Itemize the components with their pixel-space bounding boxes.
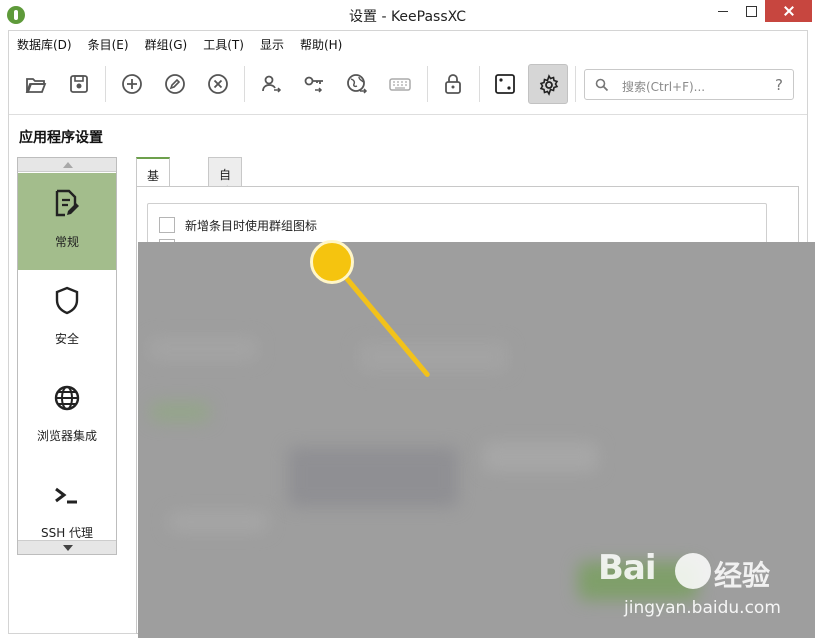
menu-bar: 数据库(D) 条目(E) 群组(G) 工具(T) 显示 帮助(H) [9, 34, 350, 54]
use-group-icon-setting[interactable]: 新增条目时使用群组图标 [159, 216, 317, 234]
copy-password-icon [304, 76, 323, 93]
password-generator-button[interactable] [485, 64, 525, 104]
open-database-button[interactable] [16, 64, 56, 104]
maximize-button[interactable] [736, 0, 766, 24]
menu-help[interactable]: 帮助(H) [292, 34, 350, 54]
toolbar-separator [479, 66, 480, 102]
watermark-url: jingyan.baidu.com [624, 598, 781, 618]
scroll-up-button[interactable] [18, 158, 116, 172]
blurred-region [288, 447, 458, 507]
folder-open-icon [25, 78, 47, 93]
lock-database-button[interactable] [433, 64, 473, 104]
document-edit-icon [55, 189, 79, 217]
page-title: 应用程序设置 [19, 130, 103, 146]
search-input[interactable]: 搜索(Ctrl+F)... ? [584, 69, 794, 100]
shield-icon [55, 286, 79, 315]
toolbar-separator [105, 66, 106, 102]
category-security[interactable]: 安全 [18, 270, 116, 367]
menu-entries[interactable]: 条目(E) [80, 34, 137, 54]
toolbar-separator [575, 66, 576, 102]
scroll-down-button[interactable] [18, 540, 116, 554]
copy-url-icon [347, 74, 368, 94]
tab-basic-settings[interactable]: 基础设置 [136, 157, 171, 234]
toolbar-separator [427, 66, 428, 102]
baidu-paw-icon [675, 553, 711, 589]
search-help-icon[interactable]: ? [775, 76, 783, 94]
menu-tools[interactable]: 工具(T) [195, 34, 252, 54]
watermark-brand: Bai [598, 548, 657, 588]
use-group-icon-checkbox[interactable] [159, 217, 175, 233]
menu-groups[interactable]: 群组(G) [137, 34, 196, 54]
copy-username-button[interactable] [251, 64, 291, 104]
blurred-region [168, 512, 268, 532]
blurred-region [358, 342, 508, 372]
blurred-region [150, 402, 210, 422]
copy-url-button[interactable] [337, 64, 377, 104]
globe-icon [54, 385, 80, 411]
category-label: 安全 [54, 332, 79, 346]
save-database-button[interactable] [59, 64, 99, 104]
toolbar-divider [9, 114, 807, 115]
delete-entry-icon [208, 74, 228, 94]
title-bar: 设置 - KeePassXC [0, 0, 815, 30]
category-label: 浏览器集成 [36, 429, 97, 443]
settings-button[interactable] [528, 64, 568, 104]
minimize-button[interactable] [708, 0, 738, 24]
lock-icon [445, 74, 461, 94]
blurred-region [483, 442, 598, 472]
blurred-region [148, 337, 258, 361]
terminal-icon [55, 487, 77, 504]
add-entry-icon [122, 74, 142, 94]
category-browser-integration[interactable]: 浏览器集成 [18, 367, 116, 464]
close-button[interactable] [765, 0, 812, 22]
auto-type-icon [389, 78, 411, 91]
category-general[interactable]: 常规 [18, 173, 116, 270]
tab-auto-type[interactable]: 自动输入 [208, 157, 243, 233]
delete-entry-button[interactable] [198, 64, 238, 104]
settings-icon [539, 74, 559, 96]
save-icon [70, 75, 88, 93]
add-entry-button[interactable] [112, 64, 152, 104]
category-list: 常规 安全 浏览器集成 SSH 代理 [17, 157, 117, 555]
category-label: 常规 [54, 235, 79, 249]
auto-type-button[interactable] [380, 64, 420, 104]
pointer-annotation-dot [310, 240, 354, 284]
window-title: 设置 - KeePassXC [349, 9, 466, 25]
search-icon [595, 78, 609, 92]
use-group-icon-label: 新增条目时使用群组图标 [185, 218, 318, 233]
toolbar-separator [244, 66, 245, 102]
baidu-jingyan-watermark: Bai 经验 jingyan.baidu.com [598, 548, 808, 628]
menu-view[interactable]: 显示 [252, 34, 292, 54]
search-placeholder: 搜索(Ctrl+F)... [622, 80, 706, 94]
copy-username-icon [262, 75, 282, 93]
watermark-brand-cn: 经验 [714, 559, 771, 592]
copy-password-button[interactable] [294, 64, 334, 104]
edit-entry-button[interactable] [155, 64, 195, 104]
category-label: SSH 代理 [40, 526, 94, 540]
password-generator-icon [495, 74, 515, 94]
menu-database[interactable]: 数据库(D) [9, 34, 80, 54]
edit-entry-icon [165, 74, 185, 94]
